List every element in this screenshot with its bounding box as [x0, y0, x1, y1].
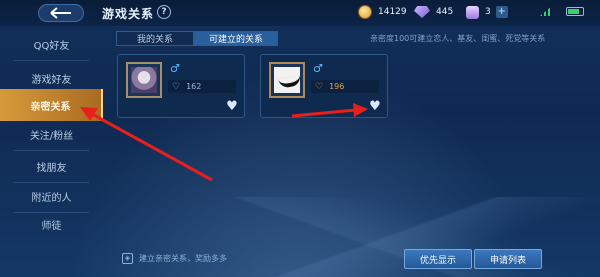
coin-icon [358, 5, 372, 19]
build-relation-heart-icon[interactable]: ♥ [224, 100, 240, 114]
add-icon[interactable]: + [495, 6, 508, 18]
sidebar-item-label: 附近的人 [31, 192, 72, 204]
gem-counter: 445 [414, 5, 453, 19]
sidebar-item-mentor[interactable]: 师徒 [0, 208, 103, 240]
divider [14, 60, 89, 61]
bottom-hint-text: 建立亲密关系，奖励多多 [139, 254, 227, 263]
sidebar-item-follow-fans[interactable]: 关注/粉丝 [0, 118, 103, 150]
back-arrow-icon [50, 7, 71, 19]
sidebar-item-find-friends[interactable]: 找朋友 [0, 150, 103, 182]
sidebar-item-label: 师徒 [41, 220, 62, 232]
sidebar-item-label: 找朋友 [36, 162, 67, 174]
bag-icon [466, 5, 479, 19]
sidebar-item-label: 亲密关系 [30, 101, 71, 113]
bottom-hint: ◈ 建立亲密关系，奖励多多 [122, 253, 227, 264]
bag-counter: 3 + [466, 5, 508, 19]
page-title: 游戏关系 [102, 7, 155, 21]
swoosh-logo-icon [278, 74, 302, 90]
friend-card[interactable]: ♂ ♡ 162 ♥ [117, 54, 245, 118]
avatar-image [131, 67, 157, 93]
info-icon: ◈ [122, 253, 133, 264]
intimacy-number: 196 [329, 82, 345, 91]
back-button[interactable] [38, 4, 84, 22]
help-icon[interactable]: ? [157, 5, 171, 19]
intimacy-value: ♡ 196 [311, 80, 379, 93]
avatar[interactable] [269, 62, 305, 98]
heart-outline-icon: ♡ [315, 81, 324, 92]
priority-display-button[interactable]: 优先显示 [404, 249, 472, 269]
intimacy-hint: 亲密度100可建立恋人、基友、闺蜜、死党等关系 [370, 34, 546, 43]
gem-value: 445 [436, 7, 454, 17]
male-icon: ♂ [170, 62, 180, 75]
intimacy-value: ♡ 162 [168, 80, 236, 93]
sidebar-item-intimate[interactable]: 亲密关系 [0, 89, 103, 121]
tab-available-relations[interactable]: 可建立的关系 [194, 31, 278, 46]
avatar-image [274, 67, 302, 93]
bag-value: 3 [485, 7, 491, 17]
build-relation-heart-icon[interactable]: ♥ [367, 100, 383, 114]
male-icon: ♂ [313, 62, 323, 75]
coin-counter: 14129 [358, 5, 407, 19]
intimacy-number: 162 [186, 82, 202, 91]
apply-list-button[interactable]: 申请列表 [474, 249, 542, 269]
signal-icon [540, 6, 552, 16]
top-bar: 游戏关系 ? 14129 445 3 + [0, 0, 600, 26]
avatar[interactable] [126, 62, 162, 98]
battery-icon [566, 7, 584, 16]
sidebar-item-label: 游戏好友 [31, 74, 72, 86]
diamond-icon [414, 6, 430, 18]
sidebar: QQ好友 游戏好友 亲密关系 关注/粉丝 找朋友 附近的人 师徒 [0, 26, 103, 277]
sidebar-item-label: 关注/粉丝 [29, 130, 74, 142]
coin-value: 14129 [378, 7, 407, 17]
heart-outline-icon: ♡ [172, 81, 181, 92]
friend-card[interactable]: ♂ ♡ 196 ♥ [260, 54, 388, 118]
sidebar-item-qq-friends[interactable]: QQ好友 [0, 28, 103, 60]
tab-my-relations[interactable]: 我的关系 [116, 31, 194, 46]
sidebar-item-label: QQ好友 [33, 40, 70, 52]
